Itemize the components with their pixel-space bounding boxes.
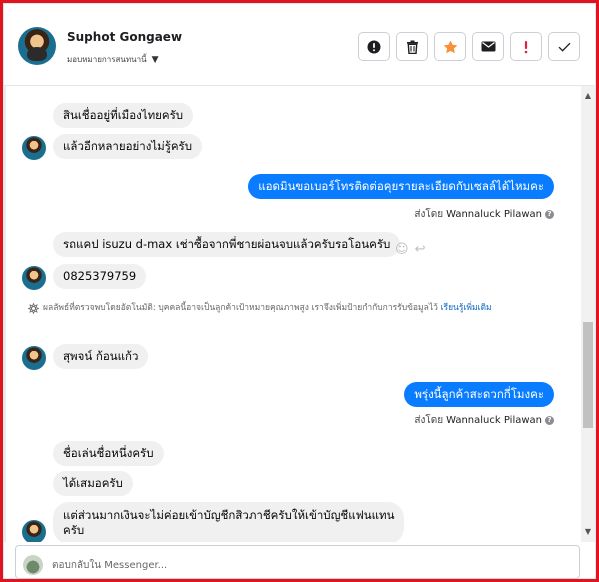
reply-box[interactable] <box>15 545 580 579</box>
envelope-icon <box>481 41 495 52</box>
checkmark-icon <box>558 42 570 52</box>
info-icon[interactable]: ? <box>545 210 554 219</box>
reply-input[interactable] <box>52 557 552 573</box>
trash-icon <box>406 40 418 54</box>
star-button[interactable] <box>434 32 466 61</box>
mark-done-button[interactable] <box>548 32 580 61</box>
message-tools: ☺ ↩ <box>395 242 425 257</box>
sent-by-prefix: ส่งโดย <box>414 209 444 220</box>
message-line: แต่ส่วนมากเงินจะไม่ค่อยเข้าบัญชีกสิวภาชี… <box>63 508 395 522</box>
assign-conversation-dropdown[interactable]: มอบหมายการสนทนานี้ ▼ <box>67 53 159 66</box>
conversation-panel: Suphot Gongaew มอบหมายการสนทนานี้ ▼ สินเ… <box>3 3 596 579</box>
contact-avatar-small[interactable] <box>22 266 46 290</box>
incoming-message[interactable]: รถแคป isuzu d-max เช่าซื้อจากพี่ชายผ่อนจ… <box>53 232 401 257</box>
assign-label: มอบหมายการสนทนานี้ <box>67 55 147 64</box>
reply-arrow-icon[interactable]: ↩ <box>415 242 426 257</box>
outgoing-message[interactable]: พรุ่งนี้ลูกค้าสะดวกกี่โมงคะ <box>404 382 554 407</box>
auto-detect-body: บุคคลนี้อาจเป็นลูกค้าเป้าหมายคุณภาพสูง เ… <box>155 303 438 313</box>
sent-by-prefix: ส่งโดย <box>414 415 444 426</box>
auto-detect-text: ผลลัพธ์ที่ตรวจพบโดยอัตโนมัติ: บุคคลนี้อา… <box>43 302 563 315</box>
thread-left-edge <box>4 86 6 542</box>
info-icon[interactable]: ? <box>545 416 554 425</box>
learn-more-link[interactable]: เรียนรู้เพิ่มเติม <box>441 303 492 313</box>
message-thread[interactable]: สินเชื่ออยู่ที่เมืองไทยครับ แล้วอีกหลายอ… <box>4 86 581 542</box>
sender-name: Wannaluck Pilawan <box>446 415 542 426</box>
incoming-message[interactable]: แต่ส่วนมากเงินจะไม่ค่อยเข้าบัญชีกสิวภาชี… <box>53 502 405 542</box>
thread-scrollbar[interactable]: ▲ ▼ <box>581 86 595 542</box>
exclamation-icon <box>524 40 528 53</box>
sender-name: Wannaluck Pilawan <box>446 209 542 220</box>
reaction-smiley-icon[interactable]: ☺ <box>395 242 409 257</box>
outgoing-message[interactable]: แอดมินขอเบอร์โทรติดต่อคุยรายละเอียดกับเซ… <box>248 174 554 199</box>
auto-detect-label: ผลลัพธ์ที่ตรวจพบโดยอัตโนมัติ: <box>43 303 156 313</box>
incoming-message[interactable]: สินเชื่ออยู่ที่เมืองไทยครับ <box>53 103 194 128</box>
page-avatar <box>23 555 43 575</box>
follow-up-button[interactable] <box>510 32 542 61</box>
scrollbar-thumb[interactable] <box>583 322 593 428</box>
delete-button[interactable] <box>396 32 428 61</box>
conversation-header: Suphot Gongaew มอบหมายการสนทนานี้ ▼ <box>4 4 595 86</box>
incoming-message[interactable]: ได้เสมอครับ <box>53 471 133 496</box>
sent-by-label: ส่งโดย Wannaluck Pilawan ? <box>414 413 554 428</box>
auto-detect-icon <box>28 303 39 314</box>
contact-avatar-small[interactable] <box>22 346 46 370</box>
mark-unread-button[interactable] <box>472 32 504 61</box>
contact-avatar[interactable] <box>18 27 56 65</box>
report-spam-button[interactable] <box>358 32 390 61</box>
message-line: ครับ <box>63 523 85 537</box>
incoming-message[interactable]: สุพจน์ ก้อนแก้ว <box>53 344 149 369</box>
star-icon <box>443 40 457 53</box>
scroll-down-arrow-icon[interactable]: ▼ <box>584 528 592 536</box>
incoming-message[interactable]: 0825379759 <box>53 264 147 289</box>
caret-down-icon: ▼ <box>151 54 159 65</box>
incoming-message[interactable]: ชื่อเล่นชื่อหนึ่งครับ <box>53 441 164 466</box>
header-actions <box>358 32 580 61</box>
contact-avatar-small[interactable] <box>22 136 46 160</box>
exclamation-circle-icon <box>367 40 381 53</box>
contact-avatar-small[interactable] <box>22 520 46 542</box>
contact-name[interactable]: Suphot Gongaew <box>67 30 182 44</box>
scroll-up-arrow-icon[interactable]: ▲ <box>584 92 592 100</box>
sent-by-label: ส่งโดย Wannaluck Pilawan ? <box>414 207 554 222</box>
incoming-message[interactable]: แล้วอีกหลายอย่างไม่รู้ครับ <box>53 134 203 159</box>
